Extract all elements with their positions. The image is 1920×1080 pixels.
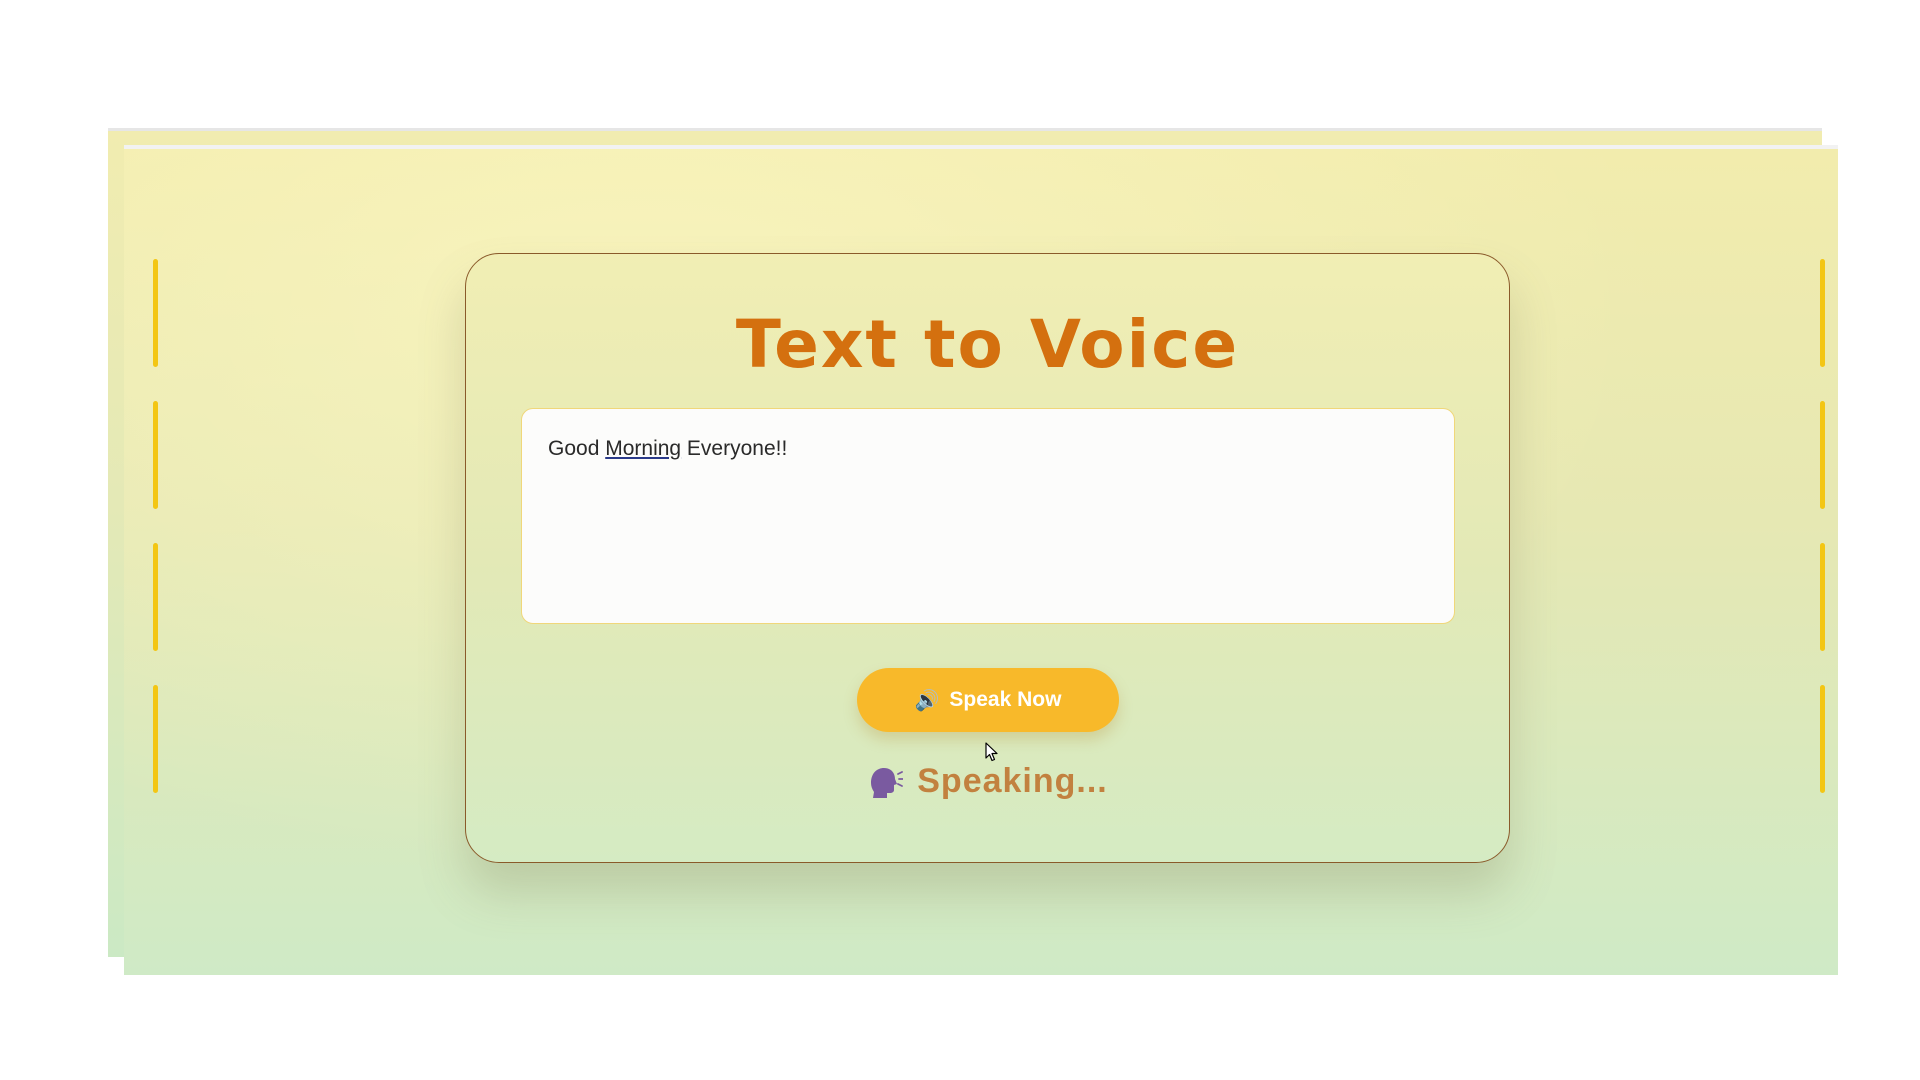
speaking-status: Speaking...: [466, 762, 1509, 801]
decor-dash-right-1: [1820, 259, 1825, 367]
decor-dash-right-2: [1820, 401, 1825, 509]
text-input-misspelled-word: Morning: [605, 437, 682, 460]
speaker-icon: 🔊: [914, 689, 940, 712]
speak-now-label: Speak Now: [949, 688, 1062, 711]
page-title: Text to Voice: [735, 306, 1240, 383]
speak-now-button[interactable]: 🔊 Speak Now: [857, 668, 1119, 732]
decor-dash-right-3: [1820, 543, 1825, 651]
decor-dash-left-2: [153, 401, 158, 509]
decor-dash-left-4: [153, 685, 158, 793]
mouse-cursor-icon: [985, 742, 999, 767]
decor-dash-left-1: [153, 259, 158, 367]
decor-dash-left-3: [153, 543, 158, 651]
page: Text to Voice Good Morning Everyone!! 🔊 …: [0, 0, 1920, 1080]
text-input[interactable]: Good Morning Everyone!!: [521, 408, 1455, 624]
speaking-head-icon: [867, 765, 904, 799]
text-input-part-1: Good: [548, 437, 606, 460]
decor-dash-right-4: [1820, 685, 1825, 793]
tts-card: Text to Voice Good Morning Everyone!! 🔊 …: [465, 253, 1510, 863]
speaking-status-text: Speaking...: [917, 762, 1108, 800]
text-input-part-2: Everyone!!: [681, 437, 788, 460]
